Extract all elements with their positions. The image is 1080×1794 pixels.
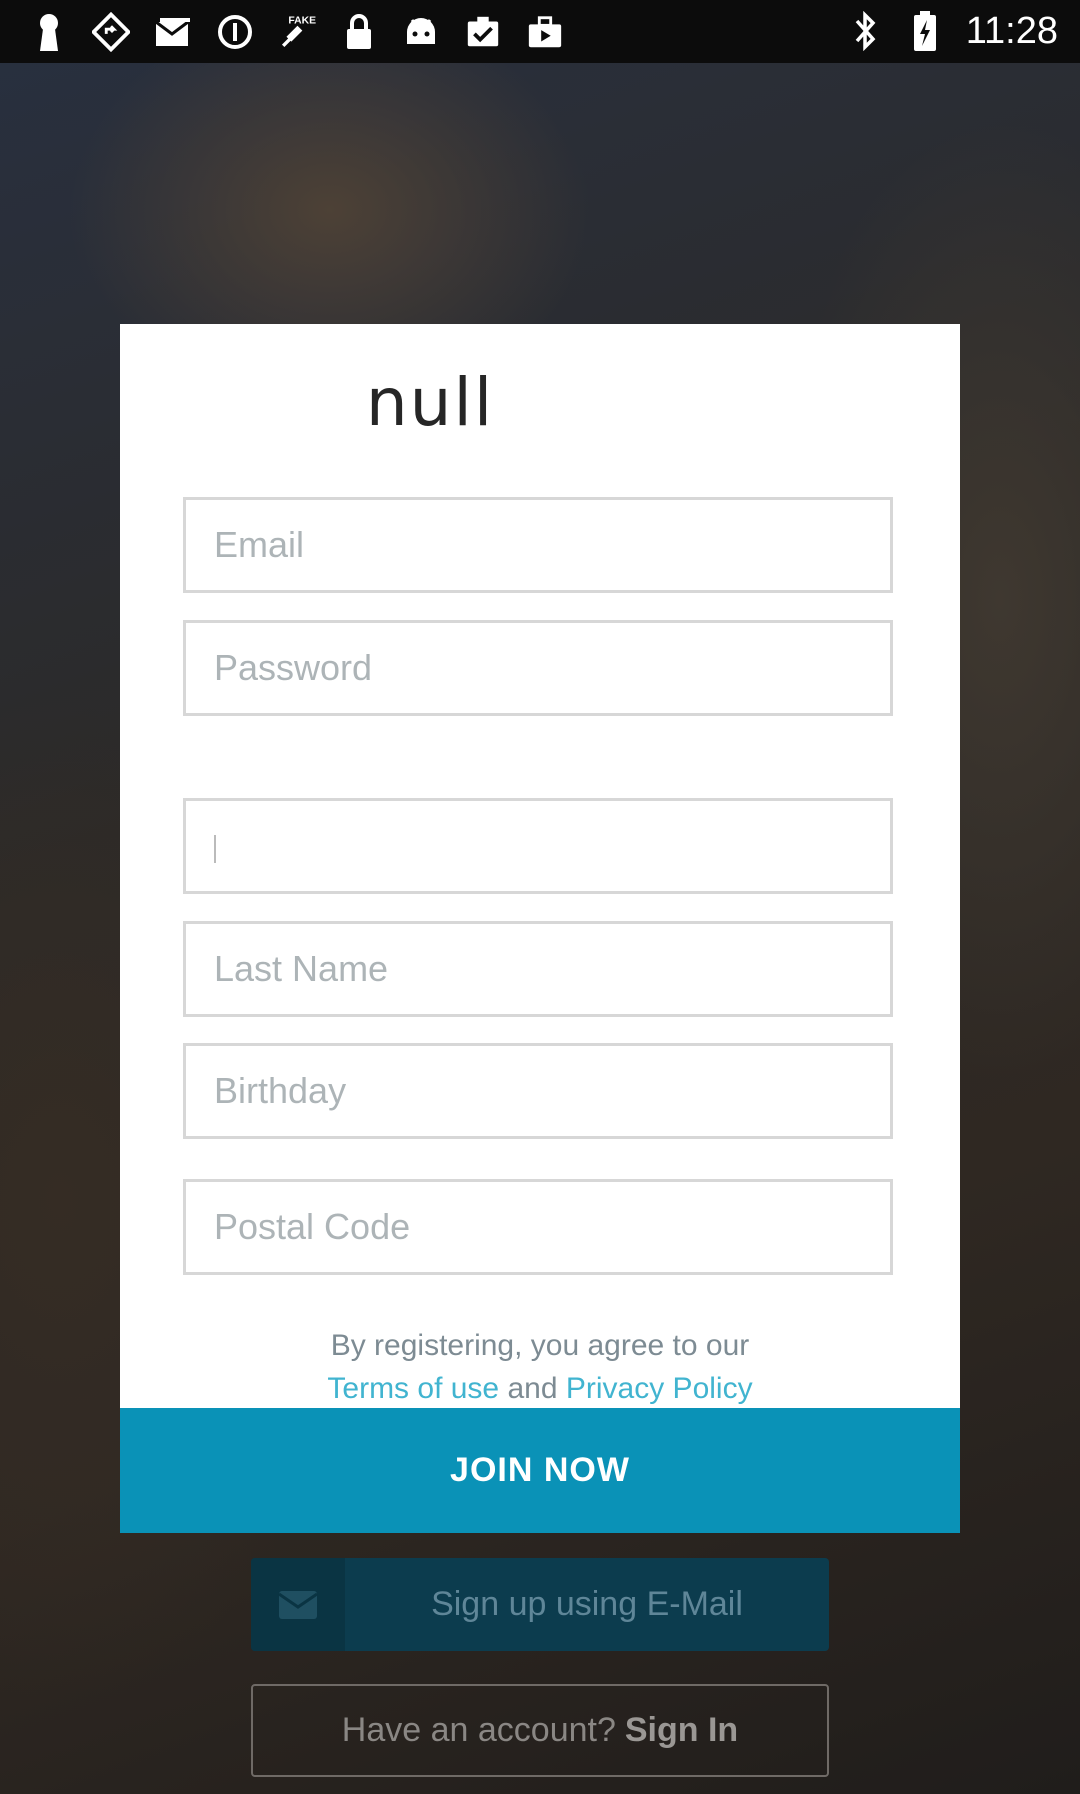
email-input[interactable] (186, 524, 890, 566)
have-account-text: Have an account? (341, 1711, 616, 1749)
battery-icon (906, 11, 944, 51)
birthday-field[interactable] (183, 1043, 893, 1139)
privacy-policy-link[interactable]: Privacy Policy (566, 1372, 753, 1405)
join-now-button[interactable]: JOIN NOW (120, 1408, 960, 1533)
android-icon (402, 13, 440, 51)
keyhole-icon (30, 13, 68, 51)
terms-prefix: By registering, you agree to our (330, 1329, 750, 1362)
postal-code-field[interactable] (183, 1179, 893, 1275)
status-bar: FAKE 11:28 (0, 0, 1080, 63)
first-name-input[interactable] (186, 825, 890, 867)
registration-dialog: null By registering, you agree to our Te… (120, 324, 960, 1533)
status-time: 11:28 (965, 9, 1058, 52)
envelope-icon (251, 1558, 345, 1651)
briefcase-icon (526, 13, 564, 51)
first-name-field[interactable] (183, 798, 893, 894)
email-signup-button[interactable]: Sign up using E-Mail (251, 1558, 829, 1651)
terms-notice: By registering, you agree to our Terms o… (120, 1324, 960, 1410)
lock-icon (340, 13, 378, 51)
sign-in-label: Sign In (624, 1711, 739, 1749)
last-name-input[interactable] (186, 948, 890, 990)
svg-text:FAKE: FAKE (288, 15, 316, 26)
sign-in-button[interactable]: Have an account? Sign In (251, 1684, 829, 1777)
text-caret (214, 835, 216, 863)
birthday-input[interactable] (186, 1070, 890, 1112)
last-name-field[interactable] (183, 921, 893, 1017)
postal-code-input[interactable] (186, 1206, 890, 1248)
email-field[interactable] (183, 497, 893, 593)
password-input[interactable] (186, 647, 890, 689)
password-field[interactable] (183, 620, 893, 716)
brand-logo-text: null (365, 364, 495, 441)
clipboard-check-icon (464, 13, 502, 51)
mail-icon (154, 13, 192, 51)
terms-and-text: and (507, 1372, 558, 1405)
bluetooth-icon (846, 11, 884, 51)
terms-of-use-link[interactable]: Terms of use (327, 1372, 499, 1405)
diamond-nav-icon (92, 12, 130, 52)
email-signup-label: Sign up using E-Mail (431, 1585, 743, 1623)
fake-gps-icon: FAKE (278, 13, 316, 51)
circle-info-icon (216, 13, 254, 51)
